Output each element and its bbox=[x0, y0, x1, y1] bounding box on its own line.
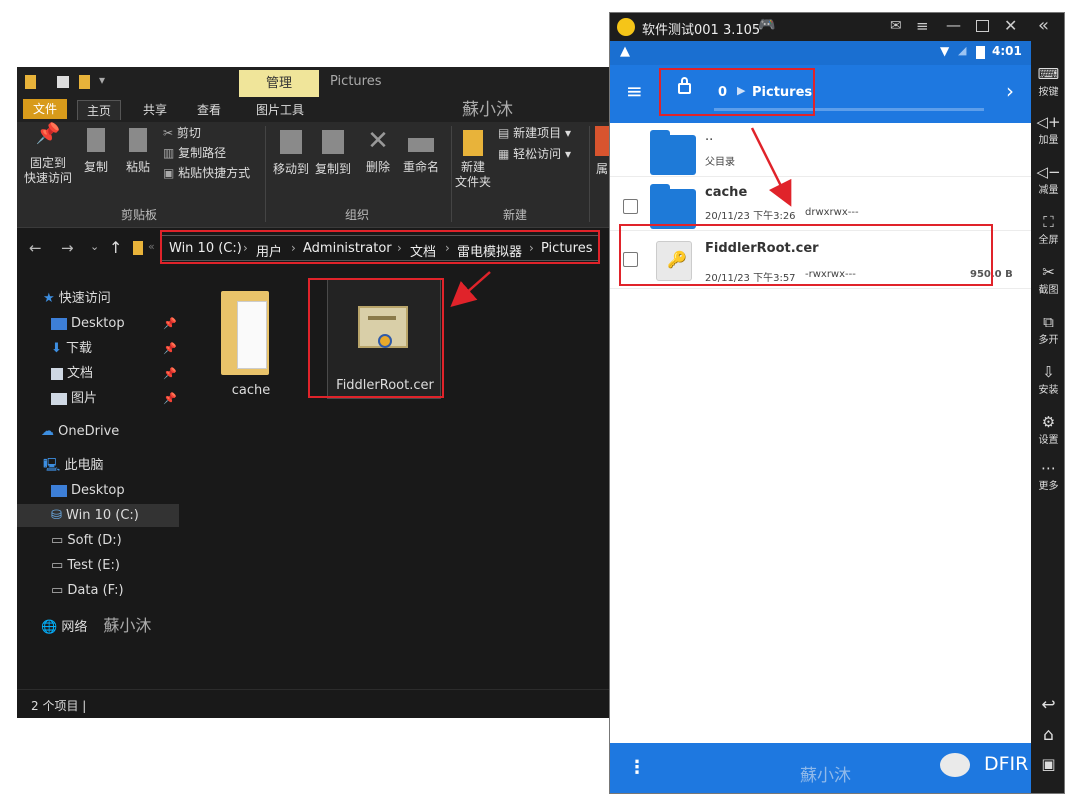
annotation-arrows bbox=[450, 127, 792, 307]
arrow-to-file bbox=[450, 271, 491, 307]
arrow-to-row bbox=[750, 127, 792, 207]
